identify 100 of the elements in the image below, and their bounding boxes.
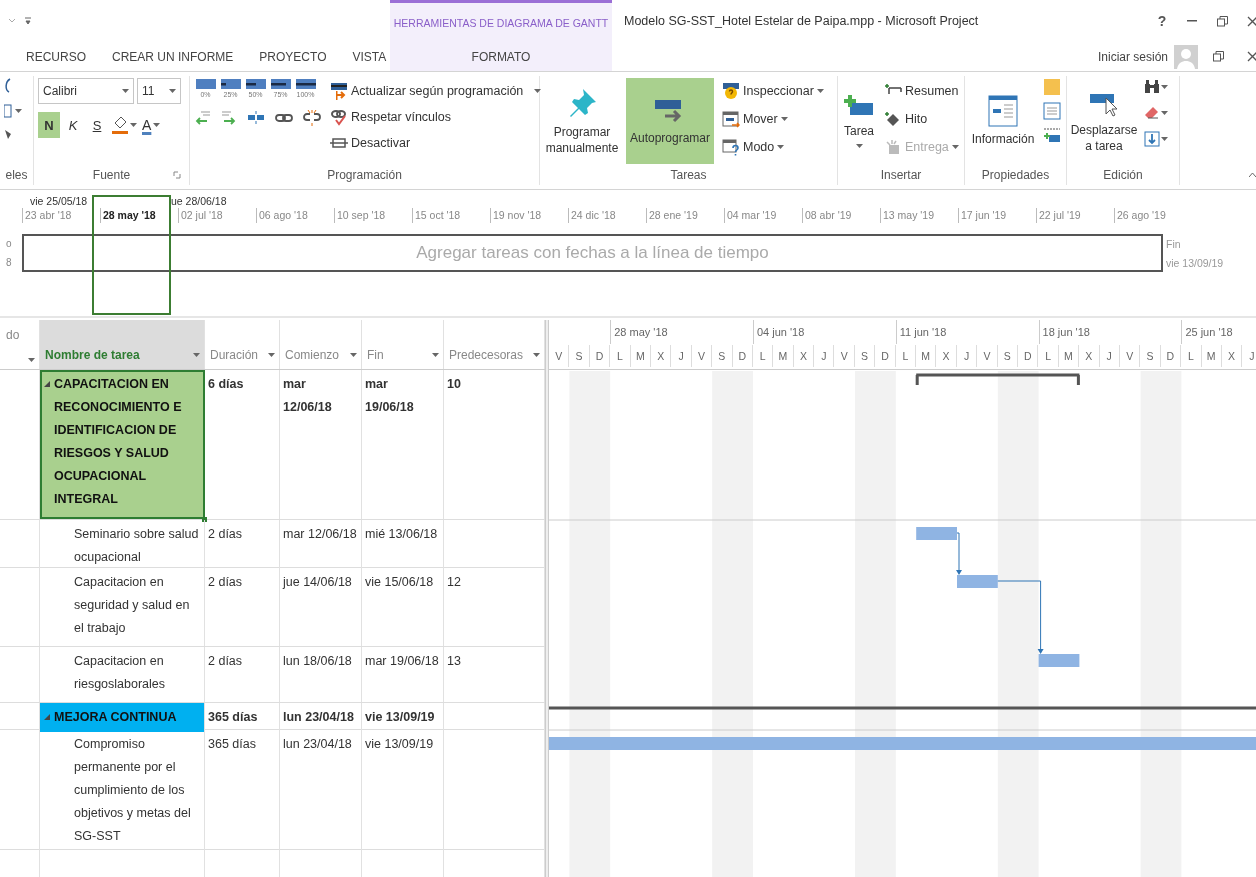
- day-label: V: [977, 345, 998, 367]
- collapse-icon[interactable]: [44, 381, 50, 387]
- visible-range-frame[interactable]: [92, 195, 171, 315]
- timeline-tick-label: 23 abr '18: [22, 208, 100, 223]
- split-task-button[interactable]: [246, 109, 266, 127]
- task-name-cell[interactable]: CAPACITACION EN RECONOCIMIENTO E IDENTIFICACION DE RIESGOS Y SALUD OCUPACIONAL INTEGRAL: [40, 370, 205, 519]
- font-size-field[interactable]: 11: [137, 78, 181, 104]
- split-bar-icon: [247, 110, 265, 126]
- link-tasks-button[interactable]: [274, 111, 294, 125]
- font-name-field[interactable]: Calibri: [38, 78, 134, 104]
- info-window-icon: [988, 94, 1018, 127]
- insert-command[interactable]: Hito: [882, 106, 961, 132]
- predecessor-text: 10: [447, 377, 461, 391]
- unlink-tasks-button[interactable]: [302, 108, 322, 128]
- binoculars-icon: [1144, 79, 1160, 95]
- timeline-add-icon[interactable]: [1043, 126, 1061, 144]
- timeline-tick-label: 19 nov '18: [490, 208, 568, 223]
- timeline-finish-date: vie 13/09/19: [1166, 256, 1224, 269]
- duration-text: 2 días: [208, 654, 243, 668]
- column-label: Fin: [367, 348, 384, 362]
- caret-icon: [122, 88, 129, 94]
- day-label: X: [1079, 345, 1100, 367]
- find-button[interactable]: [1143, 78, 1169, 96]
- day-label: M: [1058, 345, 1080, 367]
- day-label: J: [814, 345, 835, 367]
- text-style-button[interactable]: K: [62, 112, 84, 138]
- caret-icon: [153, 122, 161, 128]
- day-label: X: [650, 345, 672, 367]
- caret-icon: [780, 116, 788, 122]
- sign-in-link[interactable]: Iniciar sesión: [1097, 49, 1168, 64]
- ribbon-tab[interactable]: VISTA: [352, 45, 387, 68]
- schedule-mode-button[interactable]: Programar manualmente: [544, 78, 620, 164]
- caret-icon: [169, 88, 176, 94]
- text-style-button[interactable]: S: [86, 112, 108, 138]
- task-name-cell[interactable]: Capacitacion en seguridad y salud en el trabajo: [40, 568, 205, 646]
- progress-bar-icon: [220, 78, 241, 90]
- fill-button[interactable]: [1143, 130, 1169, 148]
- column-header[interactable]: Nombre de tarea: [40, 320, 205, 369]
- inspect-icon: [722, 82, 740, 100]
- arrow-left-icon: [195, 110, 211, 126]
- day-label: S: [854, 345, 876, 367]
- text-style-button[interactable]: N: [38, 112, 60, 138]
- outdent-button[interactable]: [194, 109, 212, 127]
- schedule-command[interactable]: Desactivar: [328, 130, 544, 156]
- help-button[interactable]: ?: [1148, 9, 1176, 33]
- day-label: S: [997, 345, 1018, 367]
- timeline-tick-label: 17 jun '19: [958, 208, 1036, 223]
- highlight-color-button[interactable]: [110, 114, 138, 136]
- day-label: V: [549, 345, 570, 367]
- scroll-to-task-button[interactable]: Desplazarse a tarea: [1071, 78, 1137, 164]
- timeline-tick-label: 10 sep '18: [334, 208, 412, 223]
- day-label: V: [834, 345, 855, 367]
- task-name: Capacitacion en riesgoslaborales: [74, 653, 167, 693]
- information-button[interactable]: Información: [969, 78, 1037, 164]
- customize-toolbar-icon[interactable]: [24, 17, 32, 25]
- schedule-command[interactable]: Actualizar según programación: [328, 78, 544, 104]
- clear-button[interactable]: [1143, 104, 1169, 122]
- insert-task-button[interactable]: Tarea: [842, 78, 877, 164]
- start-date-text: lun 18/06/18: [283, 654, 352, 668]
- task-name-cell[interactable]: MEJORA CONTINUA: [40, 703, 205, 732]
- caret-icon: [432, 352, 439, 358]
- font-color-button[interactable]: A: [140, 117, 163, 133]
- insert-command[interactable]: Resumen: [882, 78, 961, 104]
- summary-bar[interactable]: [549, 706, 1256, 710]
- collapse-icon[interactable]: [44, 714, 50, 720]
- ribbon-tab[interactable]: CREAR UN INFORME: [112, 45, 234, 68]
- schedule-mode-button[interactable]: Autoprogramar: [626, 78, 714, 164]
- collapse-ribbon-icon[interactable]: [1249, 172, 1256, 177]
- group-label: Tareas: [670, 168, 707, 182]
- fill-handle[interactable]: [202, 517, 207, 522]
- task-name: CAPACITACION EN RECONOCIMIENTO E IDENTIFICACION DE RIESGOS Y SALUD OCUPACIONAL INTEGRAL: [54, 376, 183, 508]
- day-label: D: [1160, 345, 1182, 367]
- summary-bar[interactable]: [914, 373, 1081, 387]
- group-label: Propiedades: [981, 168, 1050, 182]
- day-label: M: [773, 345, 794, 367]
- timeline-finish-label: Fin: [1166, 237, 1182, 250]
- ribbon-tab[interactable]: FORMATO: [390, 42, 612, 71]
- task-name: MEJORA CONTINUA: [54, 709, 177, 726]
- caret-icon: [1161, 84, 1168, 90]
- task-name: Compromiso permanente por el cumplimiento de los objetivos y metas del SG-SST: [74, 736, 192, 845]
- task-command[interactable]: Inspeccionar: [720, 78, 826, 104]
- schedule-command[interactable]: Respetar vínculos: [328, 104, 544, 130]
- caret-icon: [855, 143, 863, 149]
- task-name-cell[interactable]: Capacitacion en riesgoslaborales: [40, 647, 205, 702]
- indent-button[interactable]: [220, 109, 238, 127]
- task-command[interactable]: Mover: [720, 106, 826, 132]
- close-icon: [1246, 15, 1256, 27]
- day-label: S: [1140, 345, 1161, 367]
- task-command[interactable]: Modo: [720, 134, 826, 160]
- eraser-icon: [1144, 105, 1160, 121]
- day-label: X: [1221, 345, 1243, 367]
- ribbon-tab[interactable]: RECURSO: [26, 45, 86, 68]
- progress-bar-icon: [270, 78, 291, 90]
- day-label: J: [956, 345, 978, 367]
- ribbon-tab[interactable]: PROYECTO: [259, 45, 327, 68]
- week-label: 11 jun '18: [895, 320, 1039, 344]
- day-label: M: [630, 345, 651, 367]
- task-name-cell[interactable]: Seminario sobre salud ocupacional: [40, 520, 205, 572]
- minimize-icon: [1187, 20, 1197, 22]
- task-name-cell[interactable]: Compromiso permanente por el cumplimiento de los objetivos y metas del SG-SST: [40, 730, 205, 851]
